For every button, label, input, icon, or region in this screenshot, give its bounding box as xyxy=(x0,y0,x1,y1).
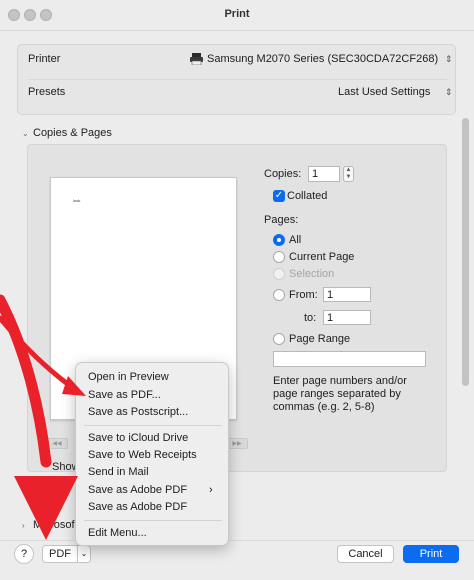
page-range-input[interactable] xyxy=(273,351,426,367)
radio-all[interactable] xyxy=(273,234,285,246)
page-range-hint: Enter page numbers and/or page ranges se… xyxy=(273,375,407,413)
radio-selection xyxy=(273,268,285,280)
menu-item-open-in-preview[interactable]: Open in Preview xyxy=(88,371,169,383)
chevron-down-icon[interactable]: ⌄ xyxy=(78,545,91,563)
presets-select[interactable]: Last Used Settings xyxy=(338,86,430,98)
to-input[interactable]: 1 xyxy=(323,310,371,325)
printer-icon xyxy=(190,53,203,65)
chevron-right-icon[interactable]: › xyxy=(22,521,25,530)
radio-all-label: All xyxy=(289,234,302,246)
chevron-right-icon: › xyxy=(209,484,213,496)
collated-checkbox[interactable]: ✓ xyxy=(273,190,285,202)
page-range-label: Page Range xyxy=(289,333,351,345)
printer-select[interactable]: Samsung M2070 Series (SEC30CDA72CF268) xyxy=(207,53,438,65)
from-label: From: xyxy=(289,289,318,301)
chevron-updown-icon: ⇕ xyxy=(445,87,453,97)
cancel-button[interactable]: Cancel xyxy=(337,545,394,563)
pdf-menu: Open in Preview Save as PDF... Save as P… xyxy=(75,362,229,546)
from-input[interactable]: 1 xyxy=(323,287,371,302)
menu-item-save-as-adobe-pdf-submenu[interactable]: Save as Adobe PDF xyxy=(88,484,187,496)
menu-item-save-as-pdf[interactable]: Save as PDF... xyxy=(88,389,161,401)
radio-selection-label: Selection xyxy=(289,268,335,280)
copies-input[interactable]: 1 xyxy=(308,166,340,182)
radio-page-range[interactable] xyxy=(273,333,285,345)
menu-item-save-as-adobe-pdf[interactable]: Save as Adobe PDF xyxy=(88,501,187,513)
menu-item-edit-menu[interactable]: Edit Menu... xyxy=(88,527,147,539)
print-button[interactable]: Print xyxy=(403,545,459,563)
menu-separator xyxy=(84,520,222,521)
radio-current-page-label: Current Page xyxy=(289,251,355,263)
menu-item-send-in-mail[interactable]: Send in Mail xyxy=(88,466,149,478)
last-page-button[interactable]: ▶▶ xyxy=(226,438,248,449)
to-label: to: xyxy=(304,312,317,324)
radio-current-page[interactable] xyxy=(273,251,285,263)
menu-separator xyxy=(84,425,222,426)
copies-label: Copies: xyxy=(264,168,302,180)
first-page-button[interactable]: ◀◀ xyxy=(46,438,68,449)
microsoft-section-label[interactable]: Microsof xyxy=(33,519,75,531)
copies-stepper[interactable]: ▲ ▼ xyxy=(343,166,354,182)
printer-label: Printer xyxy=(28,53,61,65)
preview-text: look xyxy=(73,198,81,203)
collated-label: Collated xyxy=(287,190,328,202)
chevron-updown-icon: ⇕ xyxy=(445,54,453,64)
presets-label: Presets xyxy=(28,86,66,98)
pdf-button[interactable]: PDF xyxy=(42,545,78,563)
scrollbar[interactable] xyxy=(462,118,469,386)
divider xyxy=(27,79,447,80)
chevron-down-icon[interactable]: ⌄ xyxy=(22,129,29,138)
window-title: Print xyxy=(224,8,250,20)
menu-item-save-as-postscript[interactable]: Save as Postscript... xyxy=(88,406,188,418)
menu-item-save-to-web-receipts[interactable]: Save to Web Receipts xyxy=(88,449,197,461)
section-title[interactable]: Copies & Pages xyxy=(33,127,112,139)
help-button[interactable]: ? xyxy=(14,544,34,564)
menu-item-save-to-icloud[interactable]: Save to iCloud Drive xyxy=(88,432,188,444)
pages-label: Pages: xyxy=(264,214,299,226)
radio-from[interactable] xyxy=(273,289,285,301)
